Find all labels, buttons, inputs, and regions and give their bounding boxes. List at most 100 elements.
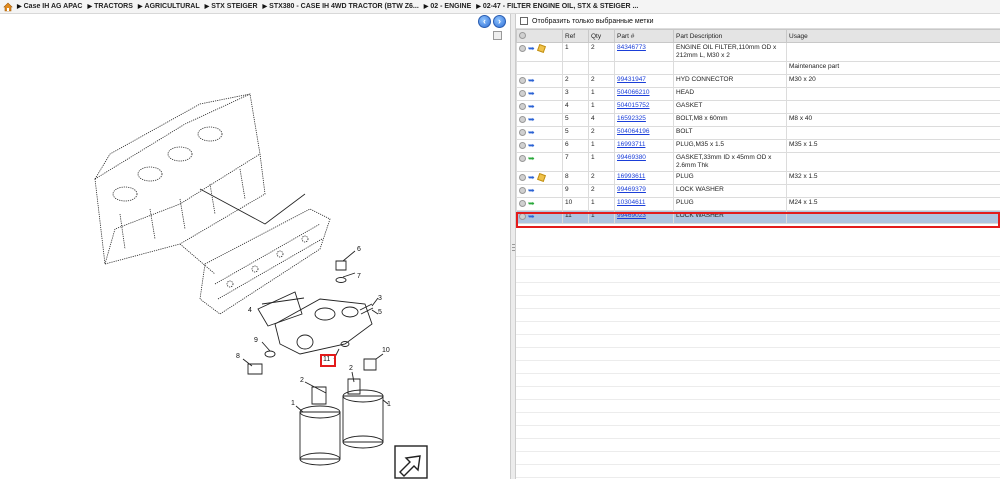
cell-part-link[interactable]: 99469023 bbox=[615, 211, 674, 224]
callout-1[interactable]: 1 bbox=[291, 400, 295, 407]
blue-arrow-icon[interactable]: ➥ bbox=[528, 77, 536, 84]
callout-8[interactable]: 8 bbox=[236, 353, 240, 360]
cell-ref: 10 bbox=[563, 198, 589, 211]
cell-part-link[interactable]: 504066210 bbox=[615, 88, 674, 101]
cell-usage bbox=[787, 101, 1000, 114]
table-row[interactable]: ➥9299469379LOCK WASHER bbox=[517, 185, 1000, 198]
next-arrow-button[interactable]: › bbox=[493, 15, 506, 28]
row-icons bbox=[517, 62, 563, 75]
home-icon[interactable] bbox=[3, 2, 13, 12]
part-number-link[interactable]: 504066210 bbox=[617, 89, 650, 96]
table-row[interactable]: ➥1284346773ENGINE OIL FILTER,110mm OD x … bbox=[517, 43, 1000, 62]
exploded-parts-diagram[interactable]: 6 7 4 3 5 9 8 10 11 2 2 1 1 bbox=[0, 14, 510, 479]
cell-part-link[interactable]: 99431947 bbox=[615, 75, 674, 88]
callout-5[interactable]: 5 bbox=[378, 309, 382, 316]
breadcrumb-item-5[interactable]: ▶STX380 - CASE IH 4WD TRACTOR (BTW Z6... bbox=[263, 3, 419, 10]
header-usage[interactable]: Usage bbox=[787, 30, 1000, 43]
part-number-link[interactable]: 84346773 bbox=[617, 44, 646, 51]
callout-2b[interactable]: 2 bbox=[349, 365, 353, 372]
row-select-circle-icon[interactable] bbox=[519, 103, 526, 110]
show-selected-only-checkbox[interactable] bbox=[520, 17, 528, 25]
callout-10[interactable]: 10 bbox=[382, 347, 390, 354]
callout-1b[interactable]: 1 bbox=[387, 401, 391, 408]
breadcrumb-item-7[interactable]: ▶02-47 - FILTER ENGINE OIL, STX & STEIGE… bbox=[476, 3, 638, 10]
part-number-link[interactable]: 99431947 bbox=[617, 76, 646, 83]
breadcrumb-item-1[interactable]: ▶Case IH AG APAC bbox=[17, 3, 83, 10]
row-select-circle-icon[interactable] bbox=[519, 187, 526, 194]
green-arrow-icon[interactable]: ➥ bbox=[528, 155, 536, 162]
package-icon[interactable] bbox=[537, 44, 546, 53]
table-row[interactable]: ➥2299431947HYD CONNECTORM30 x 20 bbox=[517, 75, 1000, 88]
maximize-icon[interactable] bbox=[493, 31, 502, 40]
green-arrow-icon[interactable]: ➥ bbox=[528, 200, 536, 207]
blue-arrow-icon[interactable]: ➥ bbox=[528, 213, 536, 220]
cell-part-link[interactable]: 16993711 bbox=[615, 140, 674, 153]
part-number-link[interactable]: 504064196 bbox=[617, 128, 650, 135]
table-row[interactable]: Maintenance part bbox=[517, 62, 1000, 75]
breadcrumb-item-4[interactable]: ▶STX STEIGER bbox=[205, 3, 258, 10]
show-selected-only-label[interactable]: Отобразить только выбранные метки bbox=[532, 18, 653, 25]
table-row[interactable]: ➥6116993711PLUG,M35 x 1.5M35 x 1.5 bbox=[517, 140, 1000, 153]
part-number-link[interactable]: 16993711 bbox=[617, 141, 645, 148]
blue-arrow-icon[interactable]: ➥ bbox=[528, 103, 536, 110]
cell-part-link[interactable]: 16993611 bbox=[615, 172, 674, 185]
row-select-circle-icon[interactable] bbox=[519, 142, 526, 149]
blue-arrow-icon[interactable]: ➥ bbox=[528, 142, 536, 149]
row-select-circle-icon[interactable] bbox=[519, 174, 526, 181]
table-row[interactable]: ➥7199469380GASKET,33mm ID x 45mm OD x 2.… bbox=[517, 153, 1000, 172]
row-select-circle-icon[interactable] bbox=[519, 213, 526, 220]
table-row[interactable]: ➥10110304611PLUGM24 x 1.5 bbox=[517, 198, 1000, 211]
blue-arrow-icon[interactable]: ➥ bbox=[528, 129, 536, 136]
cell-part-link[interactable]: 99469380 bbox=[615, 153, 674, 172]
part-number-link[interactable]: 99469023 bbox=[617, 212, 646, 219]
part-number-link[interactable]: 10304611 bbox=[617, 199, 645, 206]
page-reference-arrow-icon[interactable] bbox=[395, 446, 427, 478]
blue-arrow-icon[interactable]: ➥ bbox=[528, 116, 536, 123]
row-select-circle-icon[interactable] bbox=[519, 45, 526, 52]
callout-3[interactable]: 3 bbox=[378, 295, 382, 302]
part-number-link[interactable]: 16592325 bbox=[617, 115, 646, 122]
header-qty[interactable]: Qty bbox=[589, 30, 615, 43]
cell-part-link[interactable]: 504015752 bbox=[615, 101, 674, 114]
row-select-circle-icon[interactable] bbox=[519, 116, 526, 123]
table-row[interactable]: ➥31504066210HEAD bbox=[517, 88, 1000, 101]
cell-part-link[interactable]: 84346773 bbox=[615, 43, 674, 62]
part-number-link[interactable]: 504015752 bbox=[617, 102, 650, 109]
breadcrumb-item-2[interactable]: ▶TRACTORS bbox=[88, 3, 133, 10]
previous-arrow-button[interactable]: ‹ bbox=[478, 15, 491, 28]
callout-6[interactable]: 6 bbox=[357, 246, 361, 253]
row-select-circle-icon[interactable] bbox=[519, 77, 526, 84]
cell-part-link[interactable]: 16592325 bbox=[615, 114, 674, 127]
table-row[interactable]: ➥8216993611PLUGM32 x 1.5 bbox=[517, 172, 1000, 185]
part-number-link[interactable]: 99469379 bbox=[617, 186, 646, 193]
settings-circle-icon[interactable] bbox=[519, 32, 526, 39]
callout-7[interactable]: 7 bbox=[357, 273, 361, 280]
blue-arrow-icon[interactable]: ➥ bbox=[528, 90, 536, 97]
table-row[interactable]: ➥5416592325BOLT,M8 x 60mmM8 x 40 bbox=[517, 114, 1000, 127]
part-number-link[interactable]: 16993611 bbox=[617, 173, 645, 180]
part-number-link[interactable]: 99469380 bbox=[617, 154, 646, 161]
cell-part-link[interactable]: 99469379 bbox=[615, 185, 674, 198]
breadcrumb-item-3[interactable]: ▶AGRICULTURAL bbox=[138, 3, 200, 10]
table-row[interactable]: ➥11199469023LOCK WASHER bbox=[517, 211, 1000, 224]
header-part[interactable]: Part # bbox=[615, 30, 674, 43]
breadcrumb-item-6[interactable]: ▶02 - ENGINE bbox=[424, 3, 471, 10]
row-select-circle-icon[interactable] bbox=[519, 90, 526, 97]
row-select-circle-icon[interactable] bbox=[519, 200, 526, 207]
row-select-circle-icon[interactable] bbox=[519, 155, 526, 162]
header-ref[interactable]: Ref bbox=[563, 30, 589, 43]
cell-part-link[interactable]: 504064196 bbox=[615, 127, 674, 140]
callout-2[interactable]: 2 bbox=[300, 377, 304, 384]
cell-part-link[interactable]: 10304611 bbox=[615, 198, 674, 211]
callout-9[interactable]: 9 bbox=[254, 337, 258, 344]
callout-4[interactable]: 4 bbox=[248, 307, 252, 314]
header-description[interactable]: Part Description bbox=[674, 30, 787, 43]
cell-part-link[interactable] bbox=[615, 62, 674, 75]
table-row[interactable]: ➥52504064196BOLT bbox=[517, 127, 1000, 140]
blue-arrow-icon[interactable]: ➥ bbox=[528, 174, 536, 181]
blue-arrow-icon[interactable]: ➥ bbox=[528, 187, 536, 194]
row-select-circle-icon[interactable] bbox=[519, 129, 526, 136]
blue-arrow-icon[interactable]: ➥ bbox=[528, 45, 536, 52]
package-icon[interactable] bbox=[537, 173, 546, 182]
table-row[interactable]: ➥41504015752GASKET bbox=[517, 101, 1000, 114]
